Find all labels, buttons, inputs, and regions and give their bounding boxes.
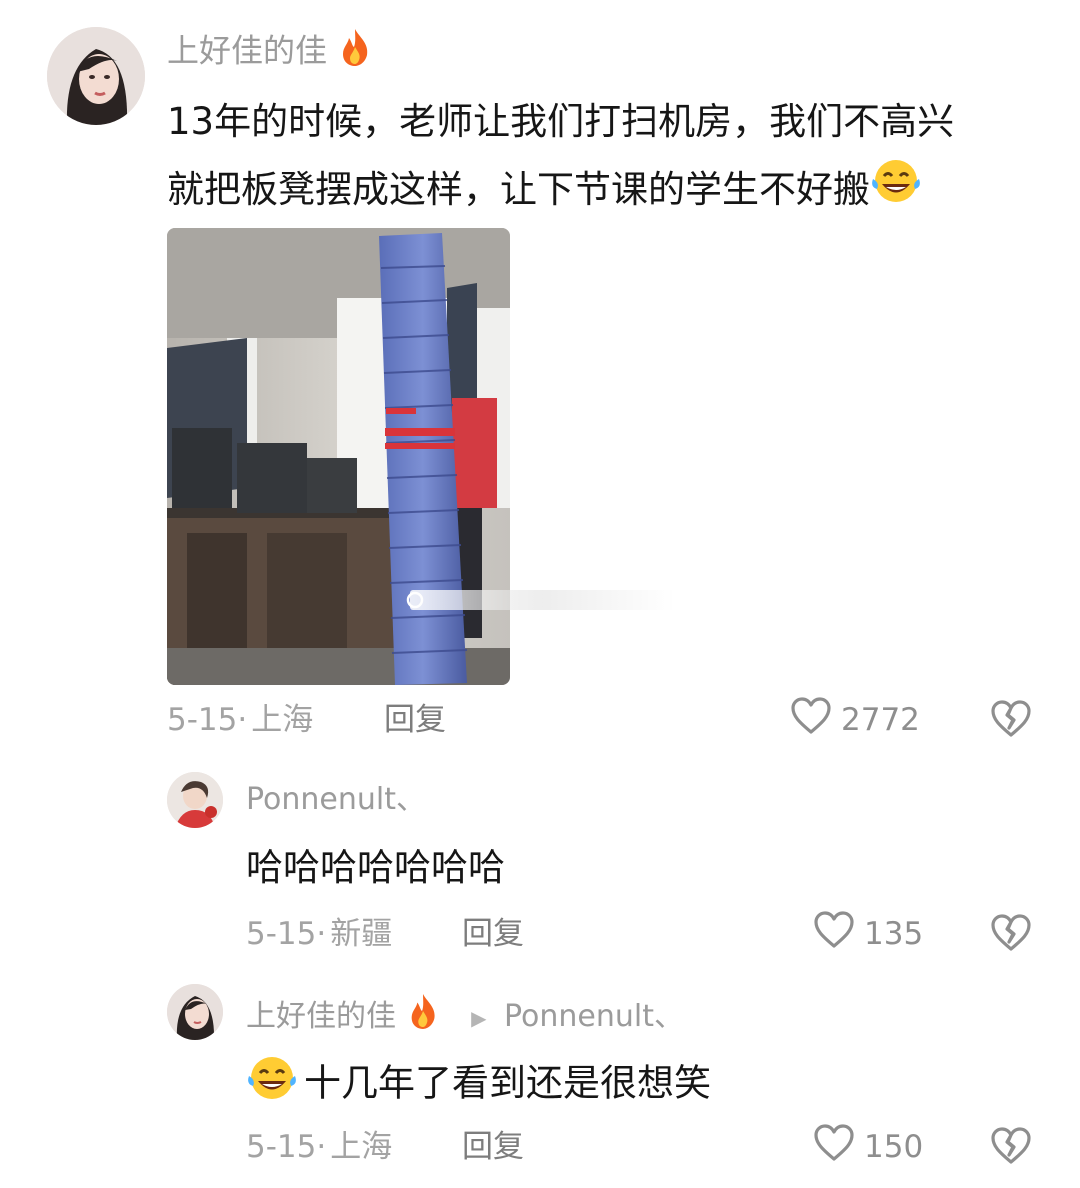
username-text: 上好佳的佳 <box>167 31 328 70</box>
comment-meta: 5-15· 新疆 <box>246 912 392 956</box>
username[interactable]: Ponnenult、 <box>246 778 426 822</box>
comment-text-fragment: 十几年了看到还是很想笑 <box>304 1061 711 1105</box>
separator: · <box>237 702 248 738</box>
broken-heart-icon[interactable] <box>989 912 1033 956</box>
comment-date: 5-15 <box>246 1129 317 1165</box>
photo-watermark <box>410 590 675 610</box>
reply-button[interactable]: 回复 <box>384 698 446 742</box>
broken-heart-icon[interactable] <box>989 698 1033 742</box>
comment-text: 13年的时候，老师让我们打扫机房，我们不高兴 就把板凳摆成这样，让下节课的学生不… <box>167 88 954 227</box>
avatar[interactable] <box>167 772 223 828</box>
play-triangle-icon: ▶ <box>471 1005 487 1030</box>
like-count: 135 <box>864 916 924 952</box>
avatar[interactable] <box>167 984 223 1040</box>
like-button[interactable]: 150 <box>812 1123 924 1171</box>
comment-date: 5-15 <box>167 702 238 738</box>
broken-heart-icon[interactable] <box>989 1125 1033 1169</box>
comment-text-line: 13年的时候，老师让我们打扫机房，我们不高兴 <box>167 100 955 143</box>
username[interactable]: 上好佳的佳 ▶ Ponnenult、 <box>246 992 684 1043</box>
comment-location: 新疆 <box>330 916 393 952</box>
comment-text: 十几年了看到还是很想笑 <box>246 1054 711 1116</box>
comment-text-line: 就把板凳摆成这样，让下节课的学生不好搬 <box>167 156 954 227</box>
avatar[interactable] <box>47 27 145 125</box>
heart-icon <box>812 1123 856 1171</box>
comment-meta: 5-15· 上海 <box>246 1125 392 1169</box>
comment-photo[interactable] <box>167 228 510 685</box>
reply-button[interactable]: 回复 <box>462 1125 524 1169</box>
comment-location: 上海 <box>251 702 314 738</box>
like-button[interactable]: 2772 <box>789 696 920 744</box>
like-count: 2772 <box>841 702 920 738</box>
separator: · <box>316 1129 327 1165</box>
comment-date: 5-15 <box>246 916 317 952</box>
username[interactable]: 上好佳的佳 <box>167 27 373 78</box>
reply-button[interactable]: 回复 <box>462 912 524 956</box>
laughing-crying-emoji <box>870 157 922 227</box>
heart-icon <box>812 910 856 958</box>
comment-text-fragment: 就把板凳摆成这样，让下节课的学生不好搬 <box>167 168 870 211</box>
reply-to-username[interactable]: Ponnenult、 <box>504 999 684 1034</box>
fire-icon <box>406 992 440 1043</box>
fire-icon <box>337 27 373 78</box>
separator: · <box>316 916 327 952</box>
username-text: 上好佳的佳 <box>246 999 396 1034</box>
like-count: 150 <box>864 1129 924 1165</box>
comment-location: 上海 <box>330 1129 393 1165</box>
like-button[interactable]: 135 <box>812 910 924 958</box>
laughing-crying-emoji <box>246 1054 298 1116</box>
comment-text: 哈哈哈哈哈哈哈 <box>246 846 505 889</box>
heart-icon <box>789 696 833 744</box>
comment-meta: 5-15· 上海 <box>167 698 313 742</box>
